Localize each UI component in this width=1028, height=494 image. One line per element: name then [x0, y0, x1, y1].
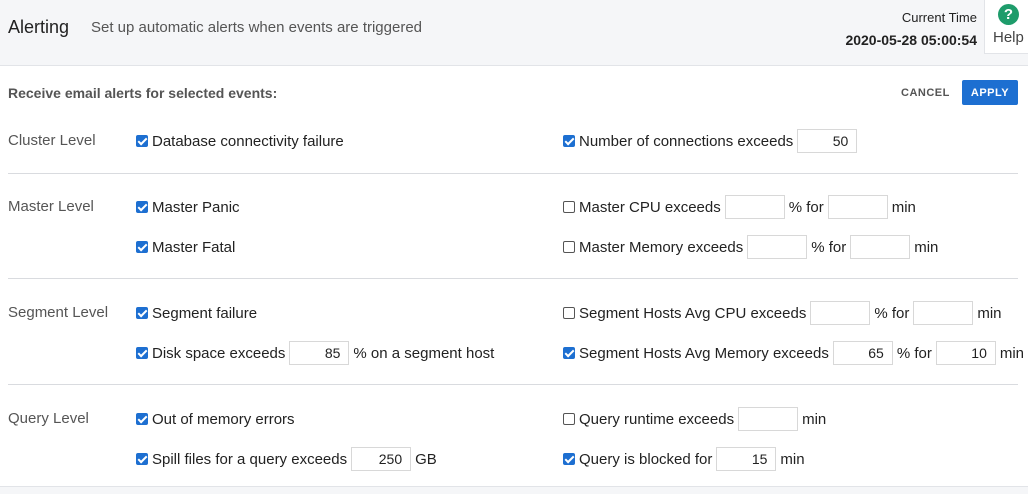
alert-master-fatal: Master Fatal	[136, 235, 235, 259]
disk-space-checkbox[interactable]	[136, 347, 148, 359]
segment-failure-checkbox[interactable]	[136, 307, 148, 319]
alert-master-cpu: Master CPU exceeds % for min	[563, 195, 916, 219]
alert-spill-files: Spill files for a query exceeds GB	[136, 447, 437, 471]
seg-cpu-minutes-input[interactable]	[913, 301, 974, 325]
query-runtime-input[interactable]	[738, 407, 799, 431]
alert-num-connections: Number of connections exceeds	[563, 129, 861, 153]
seg-cpu-label: Segment Hosts Avg CPU exceeds	[579, 304, 807, 322]
page-subtitle: Set up automatic alerts when events are …	[91, 19, 423, 36]
apply-button[interactable]: APPLY	[962, 80, 1018, 105]
help-button[interactable]: ? Help	[984, 0, 1028, 54]
master-level-label: Master Level	[8, 198, 94, 215]
spill-files-label: Spill files for a query exceeds	[152, 450, 348, 468]
seg-cpu-percent-input[interactable]	[810, 301, 871, 325]
seg-memory-percent-input[interactable]	[832, 341, 893, 365]
query-blocked-unit: min	[780, 450, 805, 468]
master-memory-percent-input[interactable]	[747, 235, 808, 259]
db-connectivity-checkbox[interactable]	[136, 135, 148, 147]
query-runtime-checkbox[interactable]	[563, 413, 575, 425]
alert-master-panic: Master Panic	[136, 195, 240, 219]
master-cpu-minutes-input[interactable]	[827, 195, 888, 219]
master-memory-for-text: % for	[811, 238, 847, 256]
out-of-memory-checkbox[interactable]	[136, 413, 148, 425]
disk-space-suffix: % on a segment host	[353, 344, 495, 362]
current-time-value: 2020-05-28 05:00:54	[845, 32, 977, 48]
spill-files-input[interactable]	[351, 447, 412, 471]
query-blocked-input[interactable]	[716, 447, 777, 471]
seg-memory-minutes-input[interactable]	[935, 341, 996, 365]
footer-bar	[0, 486, 1028, 494]
master-fatal-checkbox[interactable]	[136, 241, 148, 253]
disk-space-input[interactable]	[289, 341, 350, 365]
disk-space-label: Disk space exceeds	[152, 344, 286, 362]
seg-memory-unit: min	[999, 344, 1025, 362]
segment-failure-label: Segment failure	[152, 304, 258, 322]
page-title: Alerting	[8, 17, 70, 37]
master-cpu-percent-input[interactable]	[724, 195, 785, 219]
divider	[8, 173, 1018, 174]
master-memory-unit: min	[914, 238, 939, 256]
spill-files-unit: GB	[415, 450, 437, 468]
help-label: Help	[993, 29, 1024, 46]
db-connectivity-label: Database connectivity failure	[152, 132, 344, 150]
master-cpu-label: Master CPU exceeds	[579, 198, 721, 216]
divider	[8, 384, 1018, 385]
master-memory-minutes-input[interactable]	[850, 235, 911, 259]
num-connections-input[interactable]	[797, 129, 858, 153]
seg-memory-checkbox[interactable]	[563, 347, 575, 359]
query-runtime-label: Query runtime exceeds	[579, 410, 735, 428]
alert-query-runtime: Query runtime exceeds min	[563, 407, 826, 431]
alert-disk-space: Disk space exceeds % on a segment host	[136, 341, 494, 365]
master-cpu-for-text: % for	[788, 198, 824, 216]
query-blocked-checkbox[interactable]	[563, 453, 575, 465]
master-memory-checkbox[interactable]	[563, 241, 575, 253]
alert-db-connectivity: Database connectivity failure	[136, 129, 344, 153]
spill-files-checkbox[interactable]	[136, 453, 148, 465]
seg-memory-for-text: % for	[896, 344, 932, 362]
seg-cpu-checkbox[interactable]	[563, 307, 575, 319]
alert-seg-memory: Segment Hosts Avg Memory exceeds % for m…	[563, 341, 1024, 365]
master-fatal-label: Master Fatal	[152, 238, 236, 256]
seg-cpu-unit: min	[977, 304, 1002, 322]
query-runtime-unit: min	[802, 410, 827, 428]
section-heading: Receive email alerts for selected events…	[8, 85, 278, 101]
query-blocked-label: Query is blocked for	[579, 450, 713, 468]
seg-cpu-for-text: % for	[874, 304, 910, 322]
alert-out-of-memory: Out of memory errors	[136, 407, 295, 431]
segment-level-label: Segment Level	[8, 304, 109, 321]
master-memory-label: Master Memory exceeds	[579, 238, 744, 256]
num-connections-checkbox[interactable]	[563, 135, 575, 147]
current-time-label: Current Time	[901, 10, 977, 25]
out-of-memory-label: Out of memory errors	[152, 410, 295, 428]
num-connections-label: Number of connections exceeds	[579, 132, 794, 150]
divider	[8, 278, 1018, 279]
cluster-level-label: Cluster Level	[8, 132, 96, 149]
seg-memory-label: Segment Hosts Avg Memory exceeds	[579, 344, 829, 362]
alert-master-memory: Master Memory exceeds % for min	[563, 235, 938, 259]
alert-query-blocked: Query is blocked for min	[563, 447, 805, 471]
master-panic-checkbox[interactable]	[136, 201, 148, 213]
help-icon: ?	[998, 4, 1019, 25]
alert-segment-failure: Segment failure	[136, 301, 257, 325]
master-cpu-checkbox[interactable]	[563, 201, 575, 213]
cancel-button[interactable]: CANCEL	[901, 87, 950, 99]
alert-seg-cpu: Segment Hosts Avg CPU exceeds % for min	[563, 301, 1002, 325]
master-panic-label: Master Panic	[152, 198, 240, 216]
page-header: Alerting Set up automatic alerts when ev…	[0, 0, 1028, 66]
master-cpu-unit: min	[891, 198, 916, 216]
query-level-label: Query Level	[8, 410, 89, 427]
